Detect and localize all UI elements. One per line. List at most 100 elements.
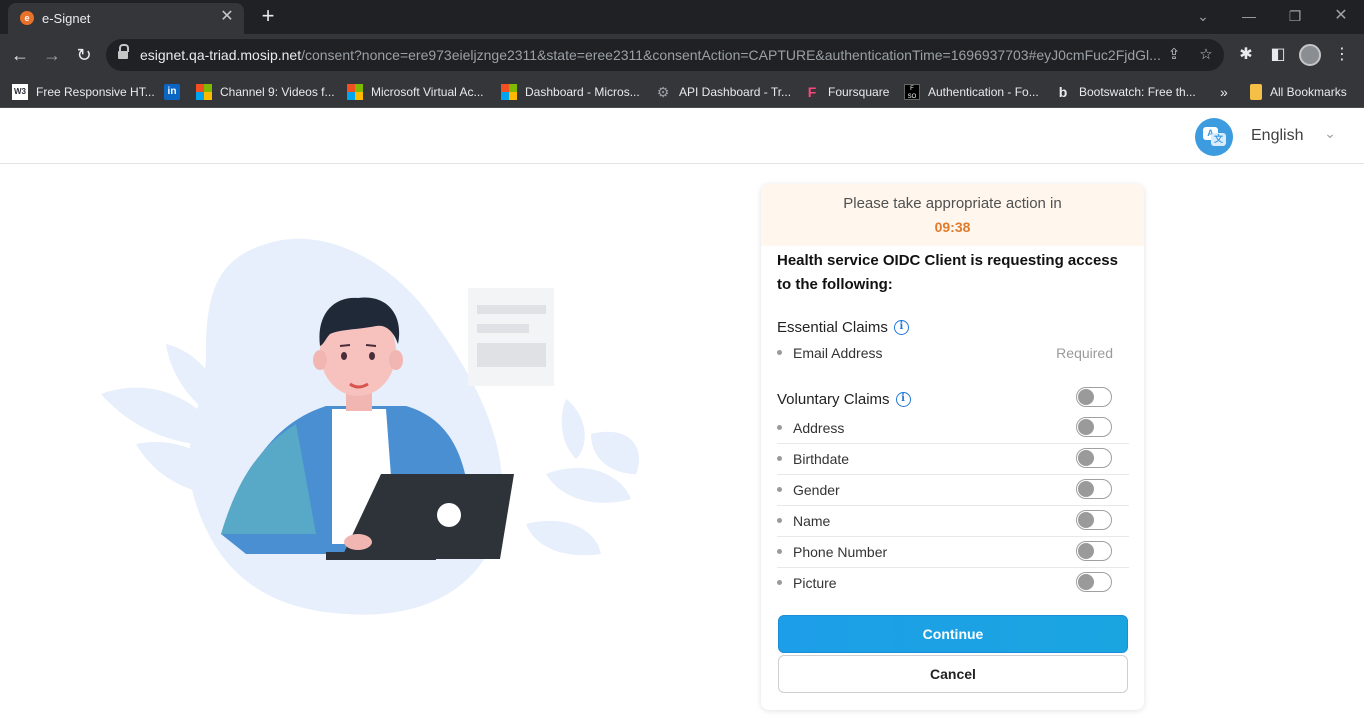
minimize-icon[interactable]: — [1236,4,1262,28]
close-window-icon[interactable]: ✕ [1328,4,1354,28]
bookmark-item[interactable]: in [164,83,188,101]
info-icon[interactable]: i [893,320,909,335]
name-toggle[interactable] [1076,510,1112,530]
tab-search-chevron-icon[interactable]: ⌄ [1190,4,1216,28]
all-bookmarks-label: All Bookmarks [1270,85,1347,99]
foursquare-icon: F [807,84,817,100]
bookmark-label: Channel 9: Videos f... [220,85,335,99]
more-menu-icon[interactable]: ⋮ [1331,44,1353,66]
bookmark-label: Bootswatch: Free th... [1079,85,1196,99]
language-translate-icon[interactable]: A 文 [1195,118,1233,156]
lock-icon [118,44,129,60]
reload-icon[interactable]: ↻ [71,42,97,68]
tab-title: e-Signet [42,11,91,26]
chevron-down-icon[interactable]: ⌄ [1322,123,1338,143]
folder-icon [1250,84,1262,100]
browser-tabstrip: e e-Signet ✕ + ⌄ — ❐ ✕ [0,0,1364,34]
microsoft-icon [347,84,363,100]
continue-button[interactable]: Continue [778,615,1128,653]
bookmark-item[interactable]: W3 Free Responsive HT... [12,83,155,101]
claim-label: Birthdate [793,451,850,467]
url-host: esignet.qa-triad.mosip.net [140,47,302,63]
bullet [777,425,782,430]
person-with-laptop-illustration [101,238,639,615]
claim-label: Gender [793,482,840,498]
bookmark-item[interactable]: F Foursquare [804,83,890,101]
claim-label: Address [793,420,845,436]
browser-toolbar: ← → ↻ esignet.qa-triad.mosip.net/consent… [0,34,1364,76]
timer-banner: Please take appropriate action in 09:38 [761,184,1144,246]
url-text[interactable]: esignet.qa-triad.mosip.net/consent?nonce… [140,47,1160,63]
share-icon[interactable]: ⇪ [1164,45,1184,65]
essential-claims-heading: Essential Claims i [777,319,909,336]
microsoft-icon [196,84,212,100]
extensions-puzzle-icon[interactable]: ✱ [1235,44,1257,66]
bullet [777,350,782,355]
bookmark-item[interactable]: Microsoft Virtual Ac... [347,83,483,101]
claim-label: Picture [793,575,837,591]
bookmark-item[interactable]: ⚙ API Dashboard - Tr... [655,83,791,101]
timer-label: Please take appropriate action in [843,195,1062,212]
required-label: Required [1056,345,1113,361]
info-icon[interactable]: i [895,392,911,407]
language-select[interactable]: English [1251,127,1303,145]
voluntary-claims-label: Voluntary Claims [777,391,890,408]
side-panel-icon[interactable]: ◧ [1267,44,1289,66]
bookmark-item[interactable]: b Bootswatch: Free th... [1055,83,1196,101]
profile-avatar[interactable] [1299,44,1321,66]
gender-toggle[interactable] [1076,479,1112,499]
cancel-button[interactable]: Cancel [778,655,1128,693]
bookmark-item[interactable]: Dashboard - Micros... [501,83,640,101]
bookmark-item[interactable]: Channel 9: Videos f... [196,83,335,101]
all-bookmarks-button[interactable]: All Bookmarks [1250,83,1347,101]
voluntary-claim-row: Birthdate [777,444,1129,475]
essential-claim-row: Email Address Required [777,338,1129,369]
bootswatch-icon: b [1058,84,1068,100]
w3schools-icon: W3 [12,84,28,100]
voluntary-claims-heading: Voluntary Claims i [777,391,911,408]
voluntary-claim-row: Name [777,506,1129,537]
bullet [777,518,782,523]
voluntary-claim-row: Phone Number [777,537,1129,568]
browser-tab[interactable]: e e-Signet ✕ [8,3,244,34]
request-title: Health service OIDC Client is requesting… [777,252,1118,293]
bullet [777,487,782,492]
bullet [777,580,782,585]
countdown-timer: 09:38 [934,219,971,235]
bookmarks-overflow-button[interactable]: » [1220,83,1228,101]
bookmark-label: Foursquare [828,85,890,99]
bookmarks-bar: W3 Free Responsive HT... in Channel 9: V… [0,76,1364,108]
phone-number-toggle[interactable] [1076,541,1112,561]
bookmark-label: Free Responsive HT... [36,85,155,99]
linkedin-icon: in [164,84,180,100]
claim-label: Name [793,513,831,529]
url-path: /consent?nonce=ere973eieljznge2311&state… [301,47,1160,63]
bookmark-star-icon[interactable]: ☆ [1196,45,1216,65]
bullet [777,549,782,554]
esignet-favicon-icon: e [20,11,34,25]
bookmark-label: API Dashboard - Tr... [679,85,792,99]
bookmark-label: Authentication - Fo... [928,85,1039,99]
voluntary-all-toggle[interactable] [1076,387,1112,407]
bullet [777,456,782,461]
claim-label: Phone Number [793,544,888,560]
forward-arrow-icon[interactable]: → [39,42,65,68]
bookmark-item[interactable]: F SO Authentication - Fo... [904,83,1039,101]
bookmark-label: Dashboard - Micros... [525,85,640,99]
restore-icon[interactable]: ❐ [1282,4,1308,28]
address-toggle[interactable] [1076,417,1112,437]
birthdate-toggle[interactable] [1076,448,1112,468]
essential-claims-label: Essential Claims [777,319,888,336]
voluntary-claim-row: Address [777,413,1129,444]
page-header: A 文 English ⌄ [0,108,1364,164]
voluntary-claim-row: Picture [777,568,1129,599]
tab-close-icon[interactable]: ✕ [218,8,236,26]
picture-toggle[interactable] [1076,572,1112,592]
fso-icon: F SO [904,84,920,100]
voluntary-claim-row: Gender [777,475,1129,506]
gear-icon: ⚙ [656,84,670,100]
claim-label: Email Address [793,345,883,361]
new-tab-button[interactable]: + [256,5,280,29]
address-bar[interactable]: esignet.qa-triad.mosip.net/consent?nonce… [106,39,1224,71]
back-arrow-icon[interactable]: ← [7,42,33,68]
